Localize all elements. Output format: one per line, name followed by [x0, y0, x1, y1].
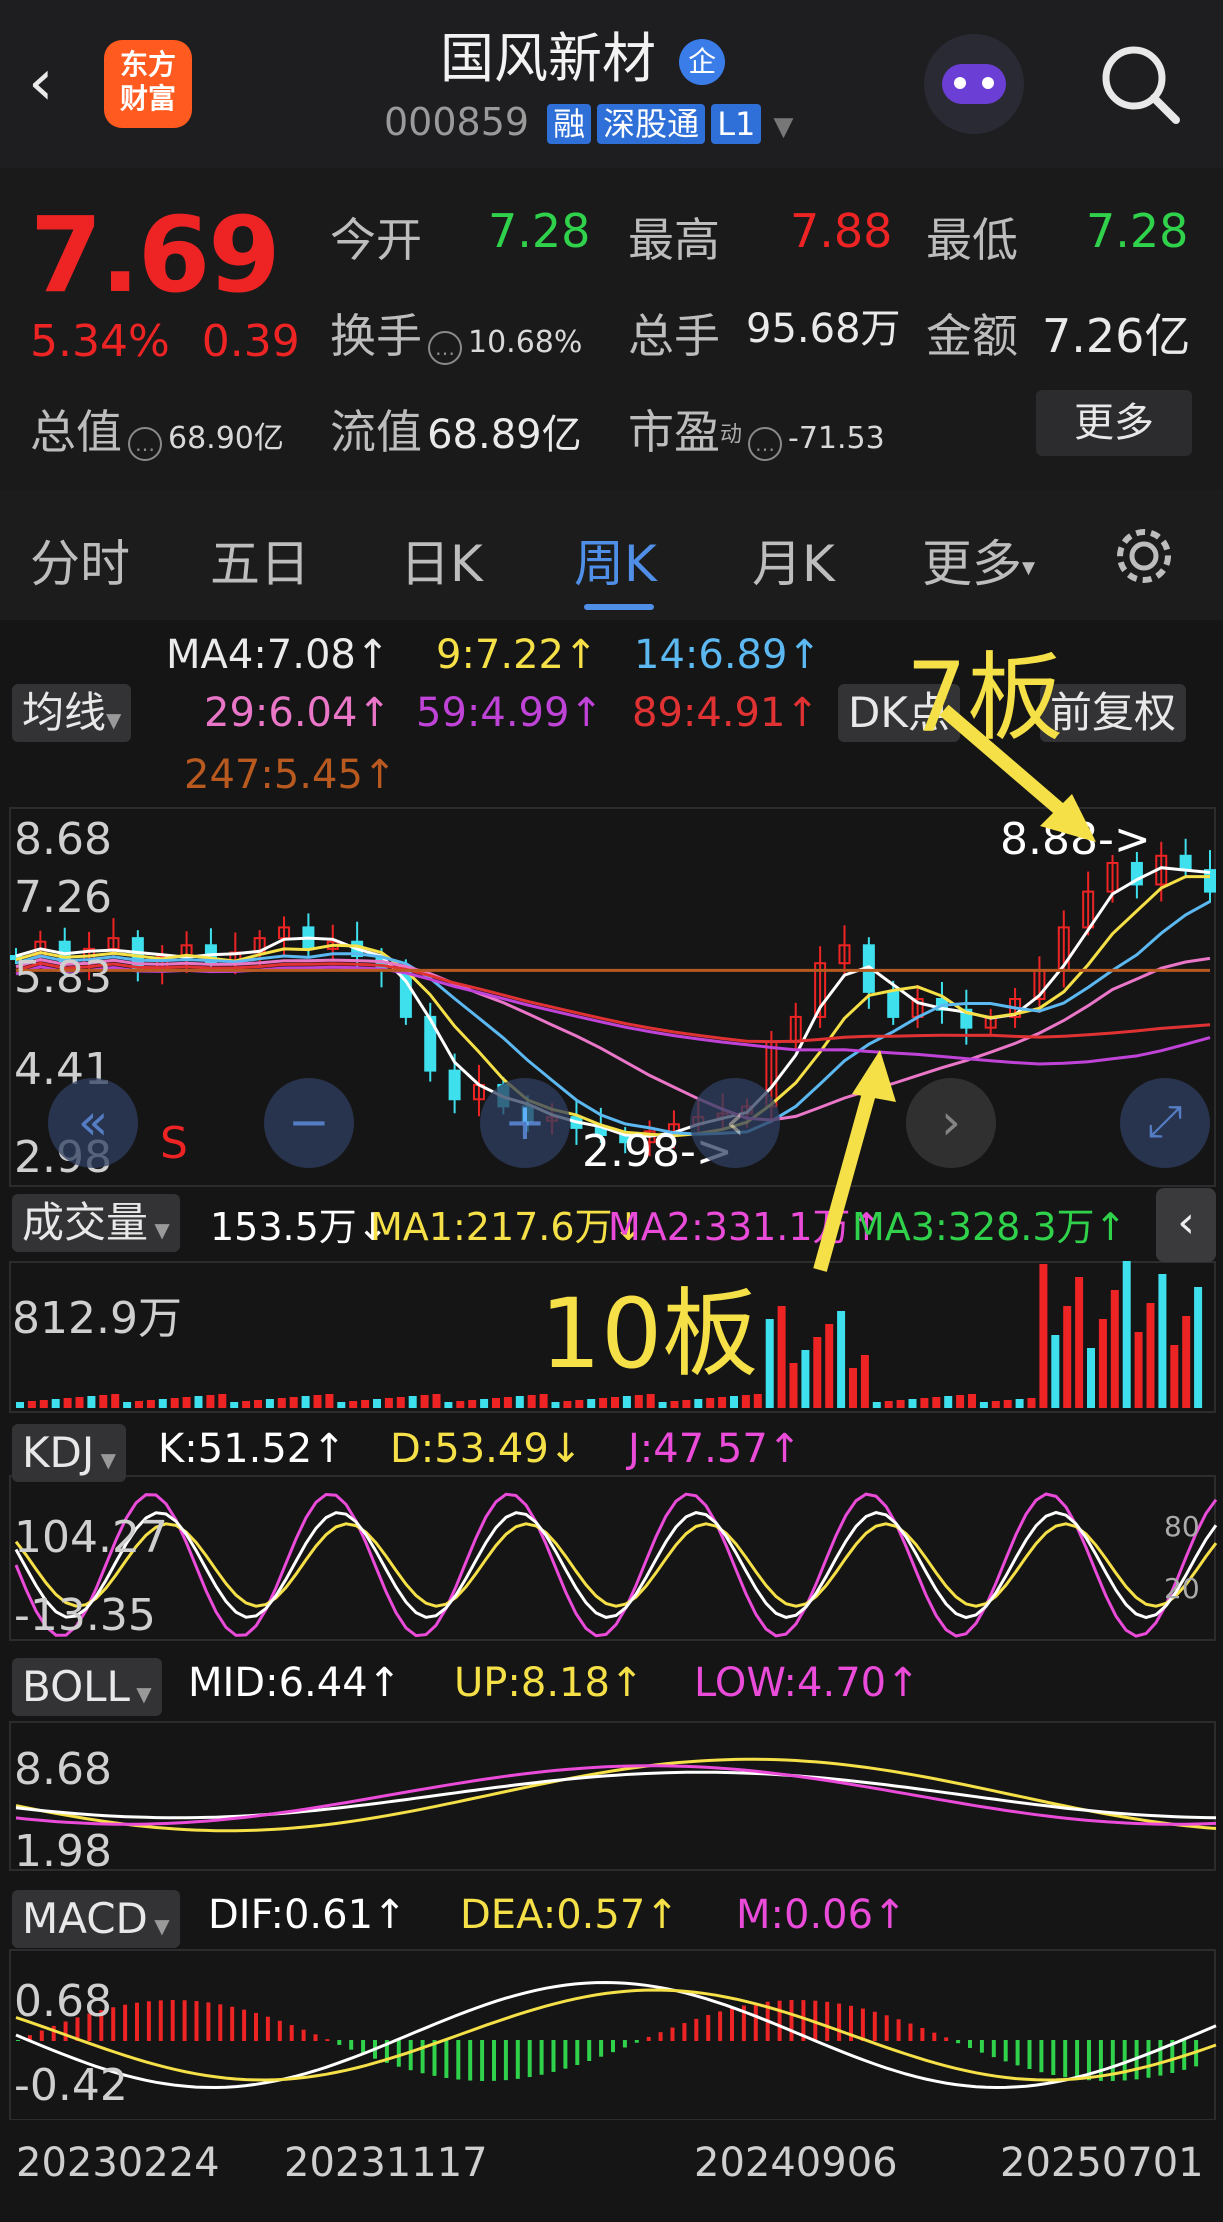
settings-gear-icon[interactable] — [1110, 522, 1178, 590]
date-label-3: 20240906 — [694, 2140, 898, 2186]
turnover-label: 换手 — [330, 309, 422, 363]
mktcap-row: 总值… 68.90亿 — [30, 396, 284, 462]
stock-code-line[interactable]: 000859 融深股通 L1 ▼ — [384, 100, 793, 150]
app-logo[interactable]: 东方 财富 — [104, 40, 192, 128]
float-value: 68.89亿 — [427, 412, 582, 458]
mktcap-label: 总值 — [30, 405, 122, 459]
pe-value: -71.53 — [788, 421, 885, 456]
amount-value: 7.26亿 — [1042, 309, 1191, 363]
boll-mid: MID:6.44↑ — [188, 1660, 402, 1706]
annotation-arrows — [813, 704, 1096, 1272]
kdj-axis-bottom: -13.35 — [14, 1590, 156, 1641]
boll-axis-bottom: 1.98 — [14, 1826, 112, 1877]
tag-connect: 深股通 — [597, 104, 706, 144]
change-amount: 0.39 — [201, 316, 300, 367]
tab-five-day[interactable]: 五日 — [210, 524, 310, 596]
kdj-axis-top: 104.27 — [14, 1512, 168, 1563]
float-row: 流值 68.89亿 — [330, 396, 582, 462]
date-label-2: 20231117 — [284, 2140, 488, 2186]
float-label: 流值 — [330, 405, 422, 459]
macd-dif: DIF:0.61↑ — [208, 1892, 407, 1938]
current-price: 7.69 — [30, 194, 281, 316]
boll-axis-top: 8.68 — [14, 1744, 112, 1795]
more-button[interactable]: 更多 — [1036, 390, 1192, 456]
tab-monthly-k[interactable]: 月K — [752, 524, 835, 596]
chevron-down-icon[interactable]: ▼ — [773, 112, 793, 142]
kdj-level-80: 80 — [1164, 1510, 1200, 1543]
macd-dea: DEA:0.57↑ — [460, 1892, 679, 1938]
volume-label: 总手 — [628, 309, 720, 363]
stock-title: 国风新材 企 — [440, 14, 800, 90]
info-icon[interactable]: … — [128, 426, 162, 461]
kdj-selector[interactable]: KDJ ▼ — [12, 1424, 127, 1482]
enterprise-badge: 企 — [679, 39, 726, 86]
macd-axis-bottom: -0.42 — [14, 2060, 128, 2111]
tab-timeshare[interactable]: 分时 — [30, 524, 130, 596]
low-value: 7.28 — [1086, 204, 1189, 258]
tag-l1: L1 — [711, 104, 762, 144]
kdj-k: K:51.52↑ — [158, 1426, 346, 1472]
date-label-1: 20230224 — [16, 2140, 220, 2186]
open-value: 7.28 — [488, 204, 591, 258]
kdj-level-20: 20 — [1164, 1572, 1200, 1605]
kdj-d: D:53.49↓ — [390, 1426, 583, 1472]
turnover-row: 换手… 10.68% — [330, 300, 582, 366]
high-label: 最高 — [628, 213, 720, 267]
pe-sup: 动 — [720, 422, 743, 448]
macd-axis-top: 0.68 — [14, 1976, 112, 2027]
macd-m: M:0.06↑ — [736, 1892, 907, 1938]
tag-margin: 融 — [547, 104, 592, 144]
mktcap-value: 68.90亿 — [168, 421, 284, 456]
stock-code: 000859 — [384, 100, 530, 144]
low-label: 最低 — [926, 213, 1018, 267]
macd-selector[interactable]: MACD ▼ — [12, 1890, 180, 1948]
price-change: 5.34% 0.39 — [30, 316, 300, 367]
turnover-value: 10.68% — [468, 325, 583, 360]
high-value: 7.88 — [790, 204, 893, 258]
amount-label: 金额 — [926, 309, 1018, 363]
change-percent: 5.34% — [30, 316, 170, 367]
pe-row: 市盈动… -71.53 — [628, 396, 885, 462]
assistant-robot-icon[interactable] — [924, 34, 1024, 134]
tab-weekly-k[interactable]: 周K — [574, 524, 657, 596]
stock-name: 国风新材 — [440, 27, 656, 90]
boll-selector[interactable]: BOLL ▼ — [12, 1658, 162, 1716]
pe-label: 市盈 — [628, 405, 720, 459]
boll-up: UP:8.18↑ — [454, 1660, 644, 1706]
volume-value: 95.68万 — [746, 306, 901, 352]
tab-daily-k[interactable]: 日K — [400, 524, 483, 596]
info-icon[interactable]: … — [748, 426, 783, 461]
open-label: 今开 — [330, 213, 422, 267]
back-button[interactable]: ‹ — [28, 38, 88, 128]
search-icon[interactable] — [1096, 40, 1182, 126]
kdj-j: J:47.57↑ — [628, 1426, 802, 1472]
boll-low: LOW:4.70↑ — [694, 1660, 920, 1706]
date-label-4: 20250701 — [1000, 2140, 1204, 2186]
info-icon[interactable]: … — [428, 330, 462, 365]
tab-more[interactable]: 更多▾ — [922, 524, 1035, 596]
